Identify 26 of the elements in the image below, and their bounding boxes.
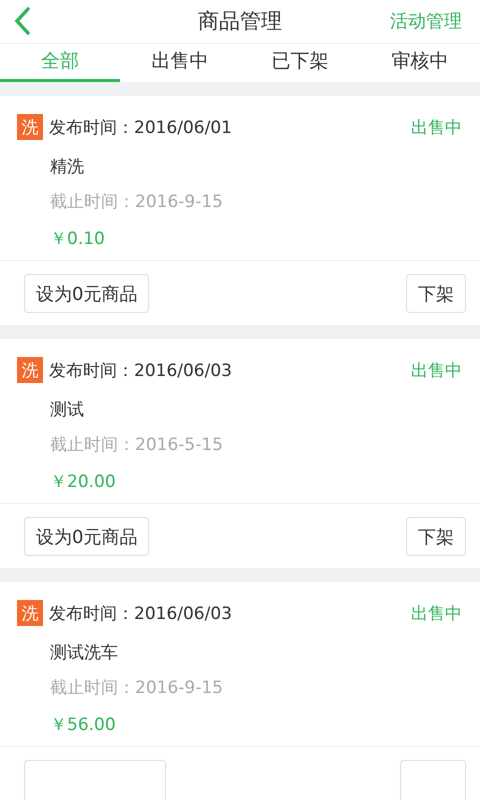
publish-time: 发布时间：2016/06/03	[49, 360, 233, 382]
product-name: 测试洗车	[50, 642, 119, 664]
button-outline[interactable]	[24, 760, 166, 800]
price-text: ￥56.00	[50, 714, 117, 736]
product-name: 精洗	[50, 156, 85, 178]
category-tag: 洗	[17, 600, 43, 626]
set-free-button[interactable]: 设为0元商品	[24, 517, 150, 556]
set-free-button[interactable]: 设为0元商品	[24, 274, 150, 313]
publish-time: 发布时间：2016/06/03	[49, 602, 233, 624]
page-title: 商品管理	[198, 8, 282, 36]
publish-time: 发布时间：2016/06/01	[49, 116, 233, 138]
product-name: 测试	[50, 399, 85, 421]
button-outline[interactable]	[400, 760, 466, 800]
delist-button[interactable]: 下架	[406, 517, 466, 556]
deadline-text: 截止时间：2016-9-15	[50, 677, 224, 699]
deadline-text: 截止时间：2016-5-15	[50, 434, 224, 456]
category-tag: 洗	[17, 114, 43, 140]
category-tag: 洗	[17, 357, 43, 383]
status-label: 出售中	[411, 602, 462, 624]
deadline-text: 截止时间：2016-9-15	[50, 191, 224, 213]
price-text: ￥20.00	[50, 471, 117, 493]
price-text: ￥0.10	[50, 228, 106, 250]
back-icon	[14, 7, 30, 36]
status-label: 出售中	[411, 116, 462, 138]
delist-button[interactable]: 下架	[406, 274, 466, 313]
status-label: 出售中	[411, 360, 462, 382]
